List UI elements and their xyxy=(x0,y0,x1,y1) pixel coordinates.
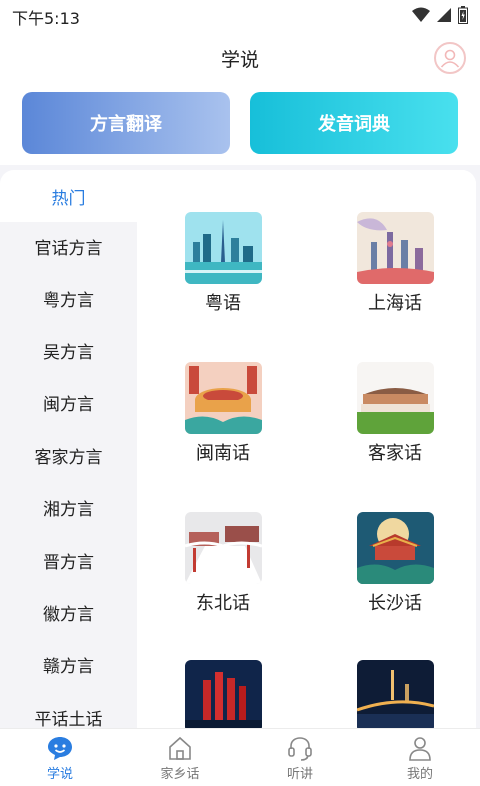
night-building-image xyxy=(184,660,262,728)
dialect-browser: 热门 官话方言 粤方言 吴方言 闽方言 客家方言 湘方言 晋方言 徽方言 赣方言… xyxy=(0,170,476,728)
dialect-card-changsha[interactable]: 长沙话 xyxy=(335,512,455,615)
category-list: 热门 官话方言 粤方言 吴方言 闽方言 客家方言 湘方言 晋方言 徽方言 赣方言… xyxy=(0,170,137,728)
status-icons xyxy=(412,6,468,24)
dialect-label: 长沙话 xyxy=(368,593,422,614)
tab-listen[interactable]: 听讲 xyxy=(260,735,340,782)
cantonese-city-image xyxy=(184,212,262,284)
chat-smile-icon xyxy=(48,737,72,760)
dialect-label: 闽南话 xyxy=(196,443,250,464)
dialect-card-northeastern[interactable]: 东北话 xyxy=(163,512,283,615)
dialect-card-partial-1[interactable] xyxy=(163,660,283,728)
night-bridge-image xyxy=(356,660,434,728)
dialect-card-hakka[interactable]: 客家话 xyxy=(335,362,455,465)
hakka-house-image xyxy=(356,362,434,434)
category-pinghua[interactable]: 平话土话 xyxy=(0,691,137,729)
app-header: 学说 xyxy=(0,30,480,85)
category-gan[interactable]: 赣方言 xyxy=(0,638,137,690)
tab-me[interactable]: 我的 xyxy=(380,735,460,782)
status-bar: 下午5:13 xyxy=(0,0,480,30)
snowy-street-image xyxy=(184,512,262,584)
category-wu[interactable]: 吴方言 xyxy=(0,324,137,376)
tab-label: 听讲 xyxy=(286,767,313,782)
category-popular[interactable]: 热门 xyxy=(0,170,137,222)
pronunciation-dictionary-button[interactable]: 发音词典 xyxy=(250,92,458,154)
dialect-grid: 粤语 上海话 闽南话 客家话 东北话 长沙话 xyxy=(137,170,476,728)
tab-label: 家乡话 xyxy=(160,767,200,782)
dialect-label: 客家话 xyxy=(368,443,422,464)
user-icon xyxy=(409,737,431,761)
category-xiang[interactable]: 湘方言 xyxy=(0,481,137,533)
battery-icon xyxy=(458,6,468,24)
dialect-label: 东北话 xyxy=(196,593,250,614)
category-jin[interactable]: 晋方言 xyxy=(0,534,137,586)
bottom-tab-bar: 学说 家乡话 听讲 我的 xyxy=(0,728,480,786)
wifi-icon xyxy=(412,7,430,22)
dialect-label: 粤语 xyxy=(205,293,241,314)
page-title: 学说 xyxy=(220,49,259,71)
avatar[interactable] xyxy=(434,42,466,74)
shanghai-skyline-image xyxy=(356,212,434,284)
category-hui[interactable]: 徽方言 xyxy=(0,586,137,638)
category-yue[interactable]: 粤方言 xyxy=(0,272,137,324)
headset-icon xyxy=(288,737,312,761)
category-hakka[interactable]: 客家方言 xyxy=(0,429,137,481)
category-mandarin[interactable]: 官话方言 xyxy=(0,220,137,272)
status-time: 下午5:13 xyxy=(12,9,80,28)
dialect-label: 上海话 xyxy=(368,293,422,314)
tab-label: 我的 xyxy=(406,767,433,782)
dialect-card-minnan[interactable]: 闽南话 xyxy=(163,362,283,465)
user-avatar-icon xyxy=(440,49,460,68)
home-icon xyxy=(169,736,191,760)
changsha-pavilion-image xyxy=(356,512,434,584)
tab-learn[interactable]: 学说 xyxy=(20,735,100,782)
dialect-translate-button[interactable]: 方言翻译 xyxy=(22,92,230,154)
tab-hometown[interactable]: 家乡话 xyxy=(140,735,220,782)
dialect-card-cantonese[interactable]: 粤语 xyxy=(163,212,283,315)
dialect-card-shanghainese[interactable]: 上海话 xyxy=(335,212,455,315)
cell-signal-icon xyxy=(437,8,451,22)
tulou-image xyxy=(184,362,262,434)
category-min[interactable]: 闽方言 xyxy=(0,376,137,428)
tab-label: 学说 xyxy=(46,767,73,782)
dialect-card-partial-2[interactable] xyxy=(335,660,455,728)
feature-row: 方言翻译 发音词典 xyxy=(0,85,480,165)
